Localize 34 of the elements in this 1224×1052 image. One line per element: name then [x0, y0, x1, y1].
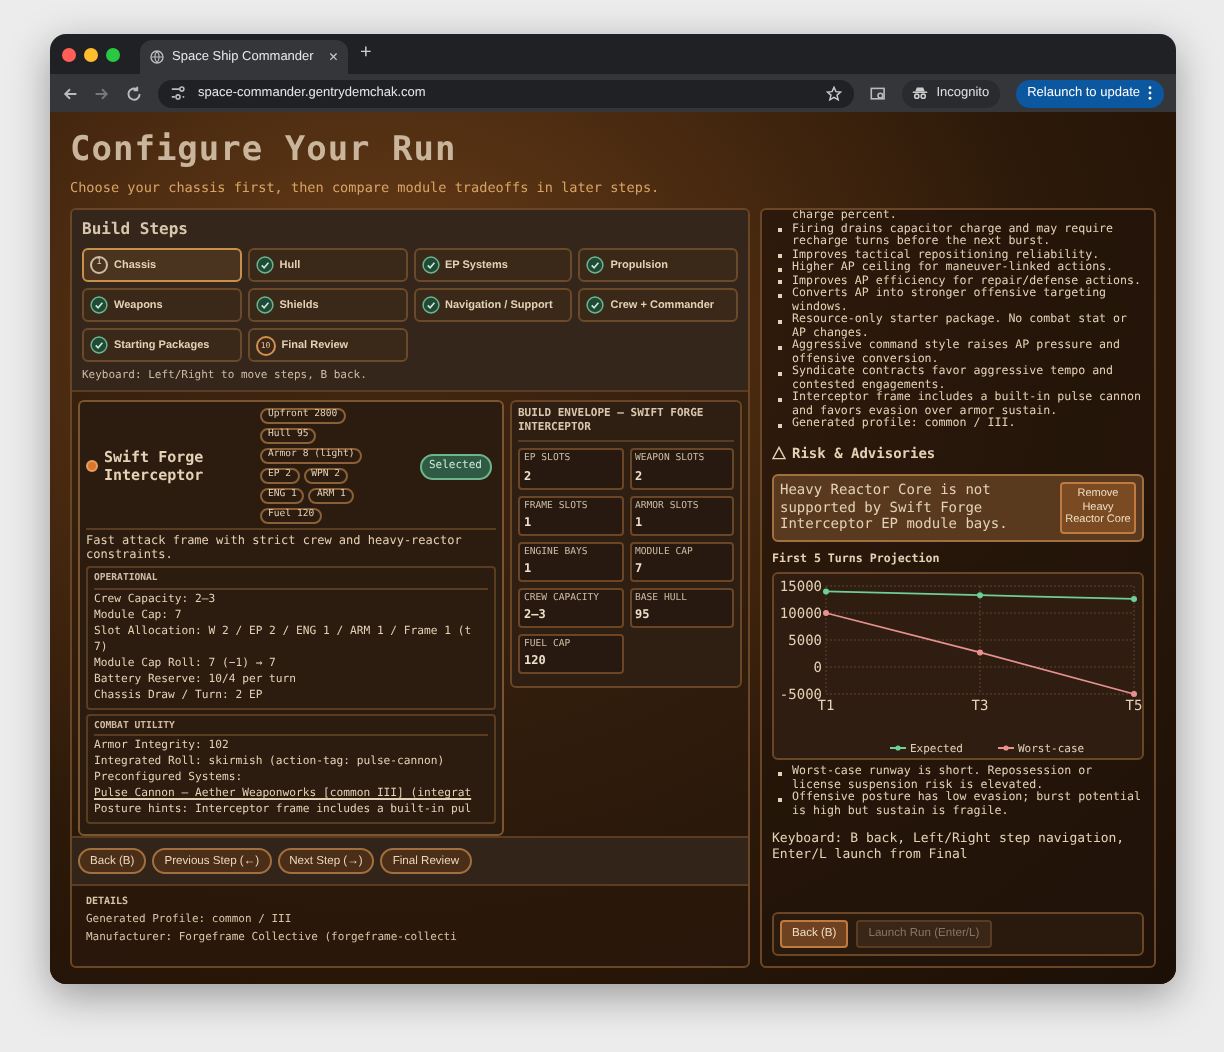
- check-icon: [586, 256, 605, 275]
- chassis-card[interactable]: [78, 400, 504, 837]
- back-icon[interactable]: [62, 85, 78, 101]
- check-icon: [421, 296, 439, 315]
- tab-search-icon[interactable]: [870, 85, 887, 101]
- check-icon: [586, 296, 605, 315]
- maximize-window-icon[interactable]: [106, 47, 120, 61]
- site-settings-icon[interactable]: [170, 86, 186, 100]
- warning-icon: [772, 446, 786, 461]
- minimize-window-icon[interactable]: [84, 47, 98, 61]
- check-icon: [255, 256, 274, 275]
- radio-button[interactable]: [86, 460, 98, 473]
- legend-marker-icon: [997, 746, 1015, 752]
- close-window-icon[interactable]: [62, 47, 76, 61]
- reload-icon[interactable]: [126, 85, 142, 101]
- new-tab-button[interactable]: +: [360, 44, 372, 64]
- check-icon: [421, 256, 439, 275]
- data-point: [977, 592, 983, 599]
- tab-close-button[interactable]: ×: [328, 49, 338, 65]
- incognito-icon: [912, 86, 929, 100]
- forward-icon[interactable]: [94, 85, 110, 101]
- globe-icon: [150, 50, 164, 64]
- panel-title: Build Steps: [82, 218, 190, 243]
- data-point: [977, 650, 983, 657]
- legend-marker-icon: [889, 746, 907, 752]
- page-title: Configure Your Run: [70, 128, 459, 172]
- data-point: [1131, 596, 1137, 603]
- data-point: [823, 610, 829, 617]
- bookmark-star-icon[interactable]: [826, 85, 843, 101]
- data-point: [823, 589, 829, 596]
- check-icon: [255, 296, 274, 315]
- data-point: [1131, 691, 1137, 698]
- check-icon: [90, 336, 108, 355]
- check-icon: [90, 296, 108, 315]
